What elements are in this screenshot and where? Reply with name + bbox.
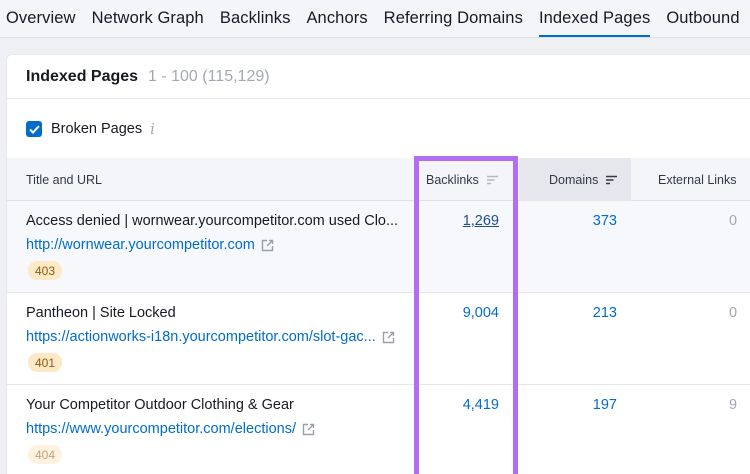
column-external-links-label: External Links [658,172,737,187]
sort-icon[interactable] [605,175,618,185]
status-badge: 404 [28,445,63,464]
column-backlinks[interactable]: Backlinks [426,158,499,201]
external-link-icon[interactable] [302,423,315,436]
page-url-link[interactable]: https://www.yourcompetitor.com/elections… [26,421,296,437]
broken-pages-label: Broken Pages [51,121,143,137]
info-icon[interactable]: i [150,120,155,138]
page-title: Pantheon | Site Locked [26,305,176,321]
external-link-icon[interactable] [382,331,395,344]
panel-header: Indexed Pages 1 - 100 (115,129) [7,55,750,99]
page-title: Access denied | wornwear.yourcompetitor.… [26,213,399,229]
external-links-count: 9 [729,397,738,413]
column-backlinks-label: Backlinks [426,172,479,187]
column-external-links[interactable]: External Links [658,158,737,201]
page-url[interactable]: https://actionworks-i18n.yourcompetitor.… [26,329,395,345]
tab-overview[interactable]: Overview [6,0,76,37]
tab-anchors[interactable]: Anchors [306,0,367,37]
table-row: Your Competitor Outdoor Clothing & Gear … [7,385,750,474]
status-badge: 401 [28,353,63,372]
page-url[interactable]: http://wornwear.yourcompetitor.com [26,237,274,253]
checkmark-icon [28,124,40,134]
backlinks-count[interactable]: 9,004 [463,305,499,321]
table-row: Access denied | wornwear.yourcompetitor.… [7,201,750,293]
column-domains[interactable]: Domains [519,158,631,201]
broken-pages-checkbox[interactable] [26,121,42,137]
external-link-icon[interactable] [261,239,274,252]
tab-bar: Overview Network Graph Backlinks Anchors… [0,0,750,38]
external-links-count: 0 [729,213,738,229]
backlinks-count[interactable]: 1,269 [463,213,499,229]
column-title-url[interactable]: Title and URL [26,158,102,201]
tab-network-graph[interactable]: Network Graph [92,0,204,37]
tab-backlinks[interactable]: Backlinks [220,0,291,37]
results-range: 1 - 100 (115,129) [148,68,270,85]
domains-count[interactable]: 213 [593,305,617,321]
table-header: Title and URL Backlinks Domains External… [7,158,750,201]
page-url-link[interactable]: http://wornwear.yourcompetitor.com [26,237,255,253]
panel-title: Indexed Pages [26,68,139,85]
status-badge: 403 [28,261,63,280]
broken-pages-filter[interactable]: Broken Pages i [26,120,155,138]
tab-outbound[interactable]: Outbound [666,0,739,37]
sort-icon[interactable] [486,175,499,185]
column-title-url-label: Title and URL [26,172,102,187]
external-links-count: 0 [729,305,738,321]
backlinks-count[interactable]: 4,419 [463,397,499,413]
page-url-link[interactable]: https://actionworks-i18n.yourcompetitor.… [26,329,376,345]
page-url[interactable]: https://www.yourcompetitor.com/elections… [26,421,315,437]
page-title: Your Competitor Outdoor Clothing & Gear [26,397,294,413]
tab-referring-domains[interactable]: Referring Domains [384,0,523,37]
indexed-pages-panel: Indexed Pages 1 - 100 (115,129) Broken P… [6,54,750,474]
tab-indexed-pages[interactable]: Indexed Pages [538,0,651,37]
domains-count[interactable]: 197 [593,397,617,413]
table-row: Pantheon | Site Locked https://actionwor… [7,293,750,385]
column-domains-label: Domains [549,172,599,187]
domains-count[interactable]: 373 [593,213,617,229]
